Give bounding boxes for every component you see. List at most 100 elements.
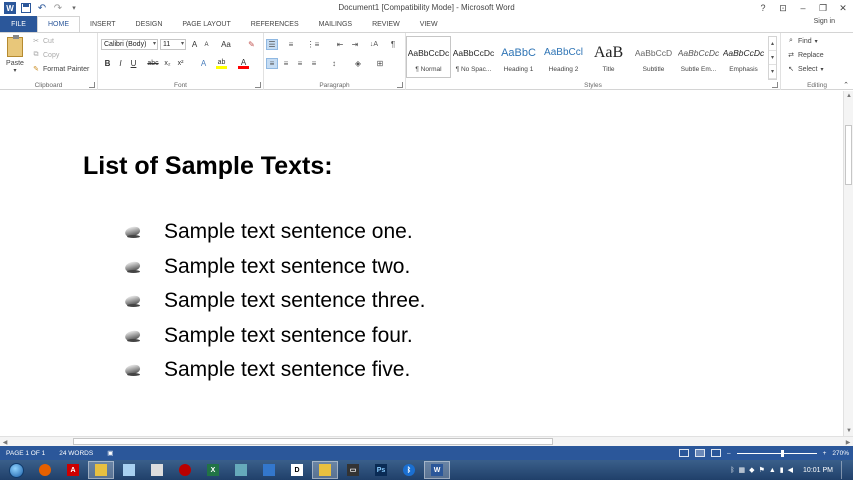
tab-insert[interactable]: INSERT: [80, 16, 126, 32]
clear-formatting-button[interactable]: ✎: [246, 39, 257, 50]
increase-indent-icon[interactable]: ⇥: [349, 39, 361, 50]
print-layout-icon[interactable]: [694, 449, 705, 457]
help-button[interactable]: ?: [753, 0, 773, 16]
close-button[interactable]: ✕: [833, 0, 853, 16]
numbering-icon[interactable]: ≡: [285, 39, 297, 50]
vertical-scroll-thumb[interactable]: [845, 125, 852, 185]
paragraph-launcher-icon[interactable]: [397, 82, 403, 88]
photoshop-icon[interactable]: Ps: [368, 461, 394, 479]
ribbon-options-button[interactable]: ⊡: [773, 0, 793, 16]
tab-mailings[interactable]: MAILINGS: [309, 16, 362, 32]
acrobat-icon[interactable]: A: [60, 461, 86, 479]
action-center-icon[interactable]: ⚑: [759, 466, 765, 474]
tab-file[interactable]: FILE: [0, 16, 37, 32]
dolphin-icon[interactable]: D: [284, 461, 310, 479]
calculator-icon[interactable]: [144, 461, 170, 479]
red-ball-icon[interactable]: [172, 461, 198, 479]
bluetooth-tray-icon[interactable]: ᛒ: [730, 467, 734, 474]
align-left-icon[interactable]: ≡: [266, 58, 278, 69]
tab-page-layout[interactable]: PAGE LAYOUT: [172, 16, 240, 32]
zoom-out-button[interactable]: –: [727, 450, 731, 457]
restore-button[interactable]: ❐: [813, 0, 833, 16]
highlight-button[interactable]: ab: [216, 58, 227, 69]
read-mode-icon[interactable]: [678, 449, 689, 457]
horizontal-scrollbar[interactable]: ◀ ▶: [0, 436, 853, 446]
remote-desktop-icon[interactable]: [228, 461, 254, 479]
borders-icon[interactable]: ⊞: [374, 58, 386, 69]
tab-home[interactable]: HOME: [37, 16, 80, 32]
network-icon[interactable]: ▦: [739, 466, 746, 474]
web-layout-icon[interactable]: [710, 449, 721, 457]
tab-design[interactable]: DESIGN: [126, 16, 173, 32]
bullets-icon[interactable]: ☰: [266, 39, 278, 50]
chip-icon[interactable]: ▭: [340, 461, 366, 479]
shading-icon[interactable]: ◈: [352, 58, 364, 69]
clipboard-launcher-icon[interactable]: [89, 82, 95, 88]
align-center-icon[interactable]: ≡: [280, 58, 292, 69]
copy-button[interactable]: ⧉ Copy: [32, 51, 60, 59]
explorer-icon[interactable]: [88, 461, 114, 479]
vertical-scrollbar[interactable]: ▲ ▼: [843, 91, 853, 436]
sign-in-link[interactable]: Sign in: [814, 18, 835, 25]
justify-icon[interactable]: ≡: [308, 58, 320, 69]
word-count[interactable]: 24 WORDS: [59, 450, 93, 457]
scroll-down-icon[interactable]: ▼: [844, 426, 853, 436]
grow-font-button[interactable]: A: [189, 39, 200, 50]
underline-button[interactable]: U: [128, 58, 139, 69]
excel-icon[interactable]: X: [200, 461, 226, 479]
font-name-combo[interactable]: Calibri (Body) ▾: [101, 39, 158, 50]
tab-view[interactable]: VIEW: [410, 16, 448, 32]
font-size-combo[interactable]: 11 ▾: [160, 39, 186, 50]
bluetooth-icon[interactable]: ᛒ: [396, 461, 422, 479]
word-icon[interactable]: W: [424, 461, 450, 479]
change-case-button[interactable]: Aa: [218, 39, 234, 50]
notepad-icon[interactable]: [116, 461, 142, 479]
word-logo-icon[interactable]: W: [4, 2, 16, 14]
folder-icon[interactable]: [312, 461, 338, 479]
align-right-icon[interactable]: ≡: [294, 58, 306, 69]
firefox-icon[interactable]: [32, 461, 58, 479]
styles-launcher-icon[interactable]: [772, 82, 778, 88]
battery-icon[interactable]: ▮: [780, 466, 784, 474]
zoom-slider-knob[interactable]: [780, 449, 784, 457]
clock[interactable]: 10:01 PM: [803, 467, 833, 474]
save-icon[interactable]: [20, 2, 32, 14]
blue-app-icon[interactable]: [256, 461, 282, 479]
format-painter-button[interactable]: ✎ Format Painter: [32, 65, 89, 74]
select-button[interactable]: ↖ Select ▾: [787, 65, 823, 74]
decrease-indent-icon[interactable]: ⇤: [334, 39, 346, 50]
zoom-in-button[interactable]: +: [823, 450, 827, 457]
font-color-button[interactable]: A: [238, 58, 249, 69]
show-desktop-button[interactable]: [841, 461, 847, 479]
undo-icon[interactable]: ↶: [36, 2, 48, 14]
volume-icon[interactable]: ◀: [788, 466, 793, 474]
zoom-level[interactable]: 270%: [832, 450, 849, 457]
subscript-button[interactable]: x₂: [162, 58, 173, 69]
multilevel-list-icon[interactable]: ⋮≡: [307, 39, 320, 50]
line-spacing-icon[interactable]: ↕: [328, 58, 340, 69]
sort-button[interactable]: ↓A: [368, 39, 380, 50]
customize-icon[interactable]: ▾: [68, 2, 80, 14]
collapse-ribbon-icon[interactable]: ⌃: [843, 81, 849, 89]
find-button[interactable]: ⌕ Find ▾: [787, 37, 818, 45]
tab-review[interactable]: REVIEW: [362, 16, 410, 32]
shield-icon[interactable]: ◆: [749, 466, 754, 474]
shrink-font-button[interactable]: A: [201, 39, 212, 50]
tab-references[interactable]: REFERENCES: [241, 16, 309, 32]
text-effects-button[interactable]: A: [198, 58, 209, 69]
paste-button[interactable]: Paste ▾: [4, 35, 26, 77]
superscript-button[interactable]: x²: [175, 58, 186, 69]
proofing-icon[interactable]: ▣: [107, 449, 113, 457]
cut-button[interactable]: ✂ Cut: [32, 37, 54, 46]
scroll-up-icon[interactable]: ▲: [844, 91, 853, 101]
redo-icon[interactable]: ↷: [52, 2, 64, 14]
wifi-icon[interactable]: ▲: [769, 467, 776, 474]
font-launcher-icon[interactable]: [255, 82, 261, 88]
zoom-slider[interactable]: [736, 449, 817, 457]
bold-button[interactable]: B: [102, 58, 113, 69]
show-formatting-button[interactable]: ¶: [387, 39, 399, 50]
document-canvas[interactable]: List of Sample Texts: Sample text senten…: [0, 91, 843, 436]
replace-button[interactable]: ⇄ Replace: [787, 51, 824, 60]
strikethrough-button[interactable]: abc: [146, 58, 160, 69]
start-button[interactable]: [0, 460, 32, 480]
